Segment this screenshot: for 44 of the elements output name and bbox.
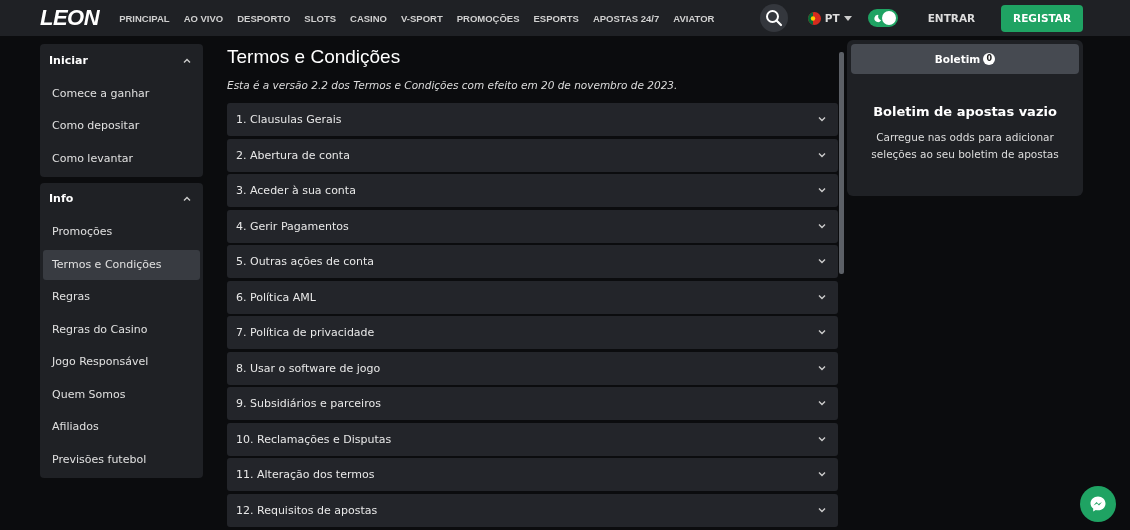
- sidebar-item[interactable]: Quem Somos: [43, 379, 200, 410]
- accordion-item[interactable]: 6. Política AML: [227, 280, 838, 314]
- sidebar-item[interactable]: Jogo Responsável: [43, 347, 200, 377]
- sidebar-item[interactable]: Promoções: [43, 217, 200, 247]
- sidebar-section-header[interactable]: Iniciar: [43, 44, 200, 76]
- sidebar-item[interactable]: Regras: [43, 282, 200, 312]
- sidebar-item[interactable]: Regras do Casino: [43, 314, 200, 345]
- sidebar-item[interactable]: Como depositar: [43, 111, 200, 141]
- accordion-item[interactable]: 10. Reclamações e Disputas: [227, 422, 838, 456]
- empty-title: Boletim de apostas vazio: [872, 104, 1058, 119]
- count-badge: 0: [983, 53, 996, 65]
- nav-link[interactable]: DESPORTO: [237, 12, 291, 24]
- nav-link[interactable]: SLOTS: [304, 12, 337, 24]
- accordion-item[interactable]: 8. Usar o software de jogo: [227, 351, 838, 385]
- nav-link[interactable]: AVIATOR: [673, 12, 715, 24]
- accordion-item[interactable]: 4. Gerir Pagamentos: [227, 209, 838, 243]
- sidebar-item[interactable]: Afiliados: [43, 412, 200, 442]
- nav-link[interactable]: APOSTAS 24/7: [592, 12, 660, 24]
- sidebar-item[interactable]: Termos e Condições: [43, 249, 200, 280]
- nav-link[interactable]: PRINCIPAL: [119, 12, 170, 24]
- nav-link[interactable]: ESPORTS: [533, 12, 579, 24]
- accordion-item[interactable]: 5. Outras ações de conta: [227, 245, 838, 278]
- intro-text: Esta é a versão 2.2 dos Termos e Condições com efeito em 20 de novembro de 2023.: [227, 79, 679, 91]
- logo[interactable]: LEON: [40, 5, 100, 31]
- accordion-item[interactable]: 12. Requisitos de apostas: [227, 493, 838, 527]
- language-selector[interactable]: PT: [807, 11, 852, 25]
- sidebar-item[interactable]: Comece a ganhar: [43, 78, 200, 109]
- empty-text: Carregue nas odds para adicionar seleções ao seu boletim de apostas: [870, 130, 1060, 162]
- accordion-item[interactable]: 7. Política de privacidade: [227, 316, 838, 349]
- accordion-item[interactable]: 2. Abertura de conta: [227, 138, 838, 172]
- accordion-item[interactable]: 11. Alteração dos termos: [227, 458, 838, 491]
- nav-link[interactable]: CASINO: [350, 12, 387, 24]
- sidebar-section-header[interactable]: Info: [43, 182, 200, 215]
- sidebar-item[interactable]: Como levantar: [43, 143, 200, 174]
- accordion-item[interactable]: 1. Clausulas Gerais: [227, 103, 838, 136]
- betslip-tab[interactable]: Boletim 0: [851, 44, 1079, 74]
- page-title: Termos e Condições: [227, 45, 402, 69]
- nav-link[interactable]: V-SPORT: [401, 12, 443, 24]
- login-button[interactable]: ENTRAR: [913, 4, 990, 32]
- accordion-item[interactable]: 9. Subsidiários e parceiros: [227, 387, 838, 420]
- nav-link[interactable]: PROMOÇÕES: [456, 12, 520, 24]
- accordion-item[interactable]: 3. Aceder à sua conta: [227, 174, 838, 207]
- nav-link[interactable]: AO VIVO: [183, 12, 224, 24]
- sidebar-item[interactable]: Previsões futebol: [43, 444, 200, 475]
